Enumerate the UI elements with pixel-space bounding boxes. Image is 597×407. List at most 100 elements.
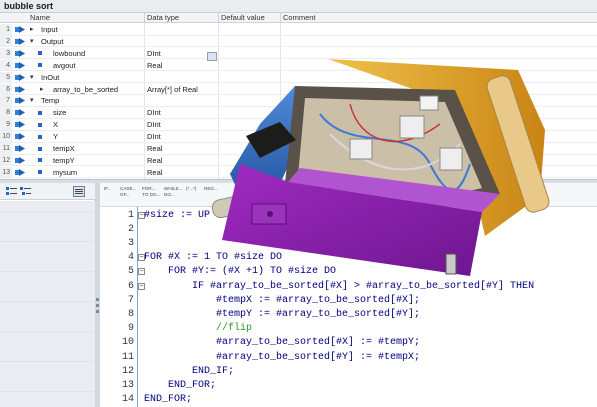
variable-name[interactable]: mysum (53, 167, 77, 178)
column-divider[interactable] (144, 13, 145, 23)
variable-icon (38, 134, 42, 139)
variable-name[interactable]: avgout (53, 60, 76, 71)
column-header-name[interactable]: Name (30, 13, 50, 23)
variable-name[interactable]: size (53, 107, 66, 118)
relay-shape (439, 147, 463, 171)
code-line[interactable]: //flip (144, 322, 252, 335)
code-line[interactable]: END_FOR; (144, 393, 192, 406)
relay-shape (419, 95, 439, 111)
interface-section-icon (15, 145, 25, 152)
table-header: Name Data type Default value Comment (0, 13, 597, 23)
row-number: 5 (0, 71, 12, 83)
relay-shape (349, 138, 373, 160)
collapse-arrow-icon[interactable]: ▾ (30, 38, 37, 45)
interface-section-icon (15, 109, 25, 117)
variable-datatype[interactable]: Array[*] of Real (147, 84, 198, 95)
gutter-divider (137, 207, 138, 407)
kw-while-button[interactable]: WHILE... DO... (164, 186, 182, 203)
line-number: 4 (127, 252, 134, 264)
interface-section-icon (15, 133, 25, 141)
code-line[interactable]: #array_to_be_sorted[#X] := #tempY; (144, 336, 420, 349)
table-row[interactable]: 1 ▸ Input (0, 24, 597, 36)
variable-name[interactable]: Temp (41, 95, 59, 106)
variable-datatype[interactable]: DInt (147, 48, 161, 59)
row-number: 1 (0, 24, 12, 35)
interface-section-icon (15, 97, 25, 105)
line-number: 14 (121, 394, 134, 406)
code-line[interactable]: #tempX := #array_to_be_sorted[#X]; (144, 294, 420, 307)
variable-datatype[interactable]: DInt (147, 119, 161, 130)
kw-comment-button[interactable]: (*...*) (186, 186, 196, 203)
table-view-icon[interactable] (73, 186, 85, 197)
variable-icon (38, 170, 42, 175)
expand-arrow-icon[interactable]: ▸ (30, 26, 37, 33)
row-number: 9 (0, 119, 12, 130)
line-number: 3 (127, 237, 134, 249)
row-number: 8 (0, 107, 12, 118)
collapse-all-icon[interactable] (20, 187, 31, 196)
line-number: 2 (127, 223, 134, 235)
splitter-grip (96, 298, 99, 301)
interface-section-icon (15, 37, 25, 45)
interface-section-icon (15, 49, 25, 57)
code-line[interactable]: #array_to_be_sorted[#Y] := #tempX; (144, 351, 420, 364)
column-header-default[interactable]: Default value (221, 13, 265, 23)
row-number: 11 (0, 143, 12, 154)
collapse-arrow-icon[interactable]: ▾ (30, 74, 37, 81)
variable-datatype[interactable]: Real (147, 167, 162, 178)
variable-icon (38, 146, 42, 151)
row-number: 12 (0, 154, 12, 166)
line-number: 13 (121, 379, 134, 391)
splitter-grip (96, 304, 99, 307)
electronics-enclosure-photo (211, 59, 550, 276)
line-number: 11 (121, 351, 134, 363)
line-number: 10 (121, 337, 134, 349)
variable-icon (38, 158, 42, 163)
variable-name[interactable]: InOut (41, 72, 59, 83)
variable-name[interactable]: tempX (53, 143, 75, 154)
kw-for-button[interactable]: FOR... TO DO... (142, 186, 160, 203)
interface-section-icon (15, 61, 25, 69)
row-number: 6 (0, 83, 12, 94)
interface-section-icon (15, 26, 25, 33)
variable-datatype[interactable]: DInt (147, 107, 161, 118)
variable-name[interactable]: lowbound (53, 48, 85, 59)
variable-name[interactable]: array_to_be_sorted (53, 84, 118, 95)
column-divider[interactable] (280, 13, 281, 23)
kw-case-button[interactable]: CASE... OF... (120, 186, 136, 203)
expand-arrow-icon[interactable]: ▸ (40, 86, 47, 93)
line-number: 5 (127, 266, 134, 278)
kw-if-button[interactable]: IF... (104, 186, 111, 203)
code-line[interactable]: IF #array_to_be_sorted[#X] > #array_to_b… (144, 280, 534, 293)
variable-icon (38, 122, 42, 127)
variable-datatype[interactable]: DInt (147, 131, 161, 142)
interface-section-icon (15, 168, 25, 176)
variable-name[interactable]: Y (53, 131, 58, 142)
row-number: 2 (0, 35, 12, 47)
variable-datatype[interactable]: Real (147, 60, 162, 71)
code-line[interactable]: END_FOR; (144, 379, 216, 392)
row-number: 4 (0, 59, 12, 71)
variable-name[interactable]: Output (41, 36, 64, 47)
variable-icon (38, 63, 42, 68)
line-number: 9 (127, 323, 134, 335)
collapse-arrow-icon[interactable]: ▾ (30, 97, 37, 104)
variable-datatype[interactable]: Real (147, 155, 162, 166)
column-header-comment[interactable]: Comment (283, 13, 316, 23)
expand-all-icon[interactable] (6, 187, 17, 196)
interface-section-icon (15, 156, 25, 164)
left-toolbar (0, 183, 95, 200)
variable-datatype[interactable]: Real (147, 143, 162, 154)
column-divider[interactable] (218, 13, 219, 23)
row-number: 10 (0, 131, 12, 142)
row-number: 3 (0, 47, 12, 59)
code-line[interactable]: #tempY := #array_to_be_sorted[#Y]; (144, 308, 420, 321)
variable-name[interactable]: Input (41, 24, 58, 35)
relay-shape (399, 115, 425, 139)
code-line[interactable]: END_IF; (144, 365, 234, 378)
variable-name[interactable]: tempY (53, 155, 75, 166)
variable-name[interactable]: X (53, 119, 58, 130)
column-header-datatype[interactable]: Data type (147, 13, 179, 23)
left-pane (0, 183, 95, 407)
line-number: 6 (127, 280, 134, 292)
